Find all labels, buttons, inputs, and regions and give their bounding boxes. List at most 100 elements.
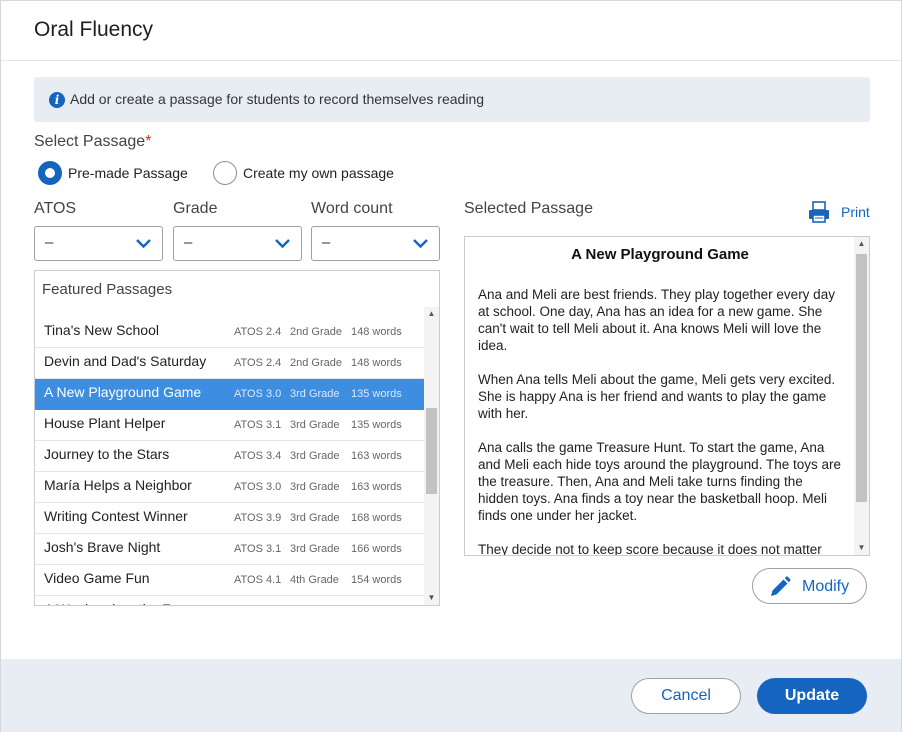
passage-row-title: Josh's Brave Night — [44, 539, 161, 555]
passage-row[interactable]: A Weekend on the Farm — [35, 596, 425, 605]
passage-row-atos: ATOS 3.0 — [234, 388, 282, 400]
passage-row-word-count: 148 words — [351, 357, 402, 369]
chevron-down-icon — [413, 239, 428, 249]
scroll-up-arrow-icon[interactable]: ▲ — [854, 237, 869, 251]
pencil-icon — [771, 576, 791, 596]
passage-row-atos: ATOS 3.4 — [234, 450, 282, 462]
passage-row-atos: ATOS 3.0 — [234, 481, 282, 493]
word-count-label: Word count — [311, 200, 393, 217]
passage-row-word-count: 148 words — [351, 326, 402, 338]
passage-paragraph: Ana calls the game Treasure Hunt. To sta… — [478, 440, 841, 523]
passage-row-title: Tina's New School — [44, 322, 159, 338]
radio-create-own-circle[interactable] — [213, 161, 237, 185]
passage-row-title: Writing Contest Winner — [44, 508, 188, 524]
radio-premade-passage[interactable]: Pre-made Passage — [38, 161, 188, 185]
passage-row[interactable]: Video Game Fun ATOS 4.1 4th Grade 154 words — [35, 565, 425, 596]
printer-icon — [809, 201, 829, 223]
word-count-dropdown[interactable]: – — [311, 226, 440, 261]
passage-row-title: A Weekend on the Farm — [44, 601, 195, 605]
chevron-down-icon — [275, 239, 290, 249]
passage-paragraph: Ana and Meli are best friends. They play… — [478, 287, 835, 353]
chevron-down-icon — [136, 239, 151, 249]
featured-passages-title: Featured Passages — [42, 281, 173, 298]
cancel-button[interactable]: Cancel — [631, 678, 741, 714]
passage-row-title: María Helps a Neighbor — [44, 477, 192, 493]
passage-row-grade: 4th Grade — [290, 574, 339, 586]
passage-list-scroll-thumb[interactable] — [426, 408, 437, 494]
info-banner: i Add or create a passage for students t… — [34, 77, 870, 122]
oral-fluency-dialog: Oral Fluency i Add or create a passage f… — [0, 0, 902, 732]
atos-dropdown-value: – — [45, 234, 54, 251]
passage-row-grade: 3rd Grade — [290, 543, 340, 555]
atos-label: ATOS — [34, 200, 77, 217]
passage-row-grade: 2nd Grade — [290, 326, 342, 338]
grade-label: Grade — [173, 200, 218, 217]
passage-row-atos: ATOS 2.4 — [234, 357, 282, 369]
passage-row-grade: 2nd Grade — [290, 357, 342, 369]
passage-row-grade: 3rd Grade — [290, 419, 340, 431]
passage-row-word-count: 135 words — [351, 419, 402, 431]
passage-rows: Tina's New School ATOS 2.4 2nd Grade 148 wo… — [35, 317, 425, 605]
radio-premade-circle[interactable] — [38, 161, 62, 185]
passage-row[interactable]: House Plant Helper ATOS 3.1 3rd Grade 135 w… — [35, 410, 425, 441]
passage-row[interactable]: Tina's New School ATOS 2.4 2nd Grade 148 wo… — [35, 317, 425, 348]
print-label[interactable]: Print — [841, 204, 870, 220]
passage-row-atos: ATOS 3.9 — [234, 512, 282, 524]
passage-row-title: Devin and Dad's Saturday — [44, 353, 207, 369]
grade-dropdown[interactable]: – — [173, 226, 302, 261]
dialog-header: Oral Fluency — [1, 1, 901, 61]
modify-button[interactable]: Modify — [752, 568, 867, 604]
passage-row-atos: ATOS 3.1 — [234, 543, 282, 555]
passage-row-atos: ATOS 3.1 — [234, 419, 282, 431]
passage-box-scrollbar[interactable]: ▲ ▼ — [854, 237, 869, 555]
radio-create-own-label[interactable]: Create my own passage — [243, 165, 394, 181]
selected-passage-label: Selected Passage — [464, 200, 593, 217]
passage-box-scroll-thumb[interactable] — [856, 254, 867, 502]
passage-row[interactable]: Josh's Brave Night ATOS 3.1 3rd Grade 166 w… — [35, 534, 425, 565]
passage-row-grade: 3rd Grade — [290, 388, 340, 400]
passage-row-atos: ATOS 2.4 — [234, 326, 282, 338]
passage-row[interactable]: Journey to the Stars ATOS 3.4 3rd Grade 163… — [35, 441, 425, 472]
scroll-down-arrow-icon[interactable]: ▼ — [424, 591, 439, 605]
passage-row-title: House Plant Helper — [44, 415, 166, 431]
passage-row[interactable]: Writing Contest Winner ATOS 3.9 3rd Grade 1… — [35, 503, 425, 534]
passage-row-atos: ATOS 4.1 — [234, 574, 282, 586]
passage-row-grade: 3rd Grade — [290, 481, 340, 493]
modify-label[interactable]: Modify — [802, 578, 849, 596]
passage-paragraph: They decide not to keep score because it… — [478, 542, 822, 556]
word-count-dropdown-value: – — [322, 234, 331, 251]
passage-row-word-count: 163 words — [351, 450, 402, 462]
passage-row-word-count: 163 words — [351, 481, 402, 493]
update-button[interactable]: Update — [757, 678, 867, 714]
select-passage-label-text: Select Passage — [34, 133, 146, 150]
passage-row-title: A New Playground Game — [44, 384, 202, 400]
passage-row-word-count: 154 words — [351, 574, 402, 586]
print-button[interactable]: Print — [807, 201, 870, 223]
atos-dropdown[interactable]: – — [34, 226, 163, 261]
passage-row-title: Video Game Fun — [44, 570, 150, 586]
passage-row-title: Journey to the Stars — [44, 446, 170, 462]
selected-passage-box: A New Playground Game Ana and Meli are b… — [464, 236, 870, 556]
passage-row[interactable]: María Helps a Neighbor ATOS 3.0 3rd Grade 1… — [35, 472, 425, 503]
selected-passage-title: A New Playground Game — [571, 246, 749, 263]
grade-dropdown-value: – — [184, 234, 193, 251]
required-mark: * — [145, 133, 152, 150]
radio-premade-label[interactable]: Pre-made Passage — [68, 165, 188, 181]
info-text: Add or create a passage for students to … — [70, 91, 485, 107]
passage-row-word-count: 166 words — [351, 543, 402, 555]
passage-row-grade: 3rd Grade — [290, 450, 340, 462]
info-icon: i — [49, 92, 65, 108]
passage-row-grade: 3rd Grade — [290, 512, 340, 524]
scroll-up-arrow-icon[interactable]: ▲ — [424, 307, 439, 321]
featured-passages-list: Featured Passages Tina's New School ATOS … — [34, 270, 440, 606]
dialog-title: Oral Fluency — [34, 18, 154, 41]
passage-row[interactable]: Devin and Dad's Saturday ATOS 2.4 2nd Grad… — [35, 348, 425, 379]
passage-row-word-count: 168 words — [351, 512, 402, 524]
passage-paragraph: When Ana tells Meli about the game, Meli… — [478, 372, 836, 421]
scroll-down-arrow-icon[interactable]: ▼ — [854, 541, 869, 555]
radio-create-own-passage[interactable]: Create my own passage — [213, 161, 394, 185]
passage-row[interactable]: A New Playground Game ATOS 3.0 3rd Grade 13… — [35, 379, 425, 410]
select-passage-label: Select Passage* — [34, 133, 151, 151]
passage-row-word-count: 135 words — [351, 388, 402, 400]
passage-list-scrollbar[interactable]: ▲ ▼ — [424, 307, 439, 605]
